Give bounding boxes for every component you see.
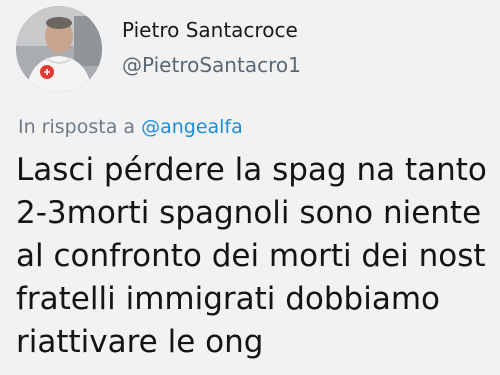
tweet-card: Pietro Santacroce @PietroSantacro1 In ri… <box>0 0 500 375</box>
reply-mention-link[interactable]: @angealfa <box>141 116 243 138</box>
tweet-text-line: fratelli immigrati dobbiamo <box>16 281 441 317</box>
tweet-text-line: al confronto dei morti dei nost <box>16 238 486 274</box>
tweet-text: Lasci pérdere la spag na tanto 2-3morti … <box>16 149 500 364</box>
display-name[interactable]: Pietro Santacroce <box>122 18 298 42</box>
avatar[interactable] <box>16 6 102 92</box>
reply-context: In risposta a @angealfa <box>18 116 243 138</box>
user-handle[interactable]: @PietroSantacro1 <box>122 53 301 77</box>
profile-photo-icon <box>16 6 102 92</box>
reply-prefix: In risposta a <box>18 116 142 138</box>
tweet-text-line: Lasci pérdere la spag na tanto <box>16 152 487 188</box>
tweet-text-line: riattivare le ong <box>16 324 264 360</box>
tweet-text-line: 2-3morti spagnoli sono niente <box>16 195 482 231</box>
